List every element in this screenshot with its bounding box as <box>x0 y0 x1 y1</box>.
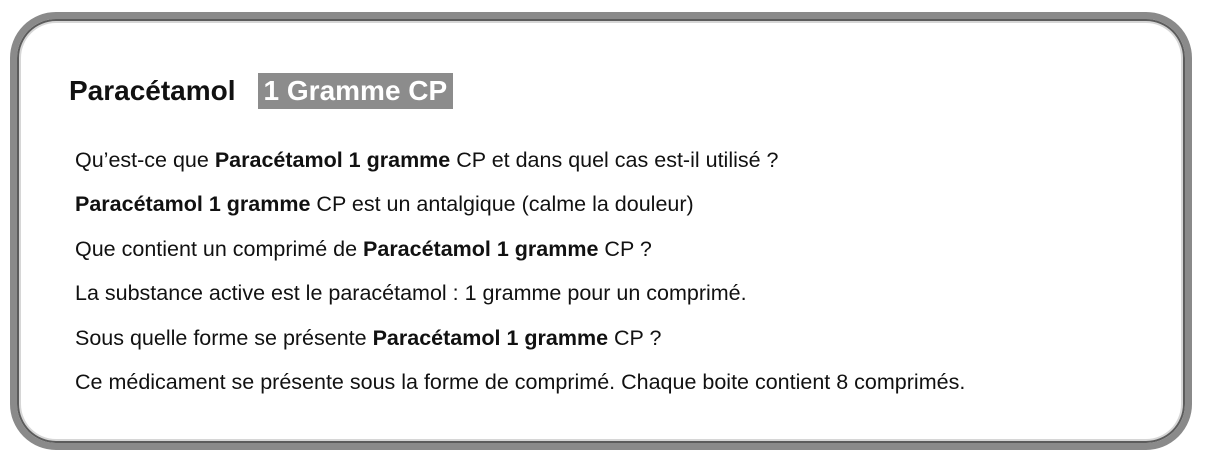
line-text: CP et dans quel cas est-il utilisé ? <box>450 148 779 172</box>
answer-form: Ce médicament se présente sous la forme … <box>75 369 966 394</box>
info-card: Paracétamol 1 Gramme CP Qu’est-ce que Pa… <box>10 12 1192 450</box>
line-text: Sous quelle forme se présente <box>75 325 373 350</box>
drug-name-bold: Paracétamol 1 gramme <box>214 148 451 172</box>
drug-name-bold: Paracétamol 1 gramme <box>372 325 609 350</box>
question-form: Sous quelle forme se présente Paracétamo… <box>75 323 1205 367</box>
dosage-badge: 1 Gramme CP <box>257 73 454 109</box>
drug-name-bold: Paracétamol 1 gramme <box>363 236 599 261</box>
line-text: Que contient un comprimé de <box>75 236 364 261</box>
line-text: CP est un antalgique (calme la douleur) <box>310 192 694 217</box>
line-text: Qu’est-ce que <box>75 148 215 172</box>
answer-usage: Paracétamol 1 gramme CP est un antalgiqu… <box>75 189 1205 233</box>
line-text: CP ? <box>608 325 662 350</box>
question-content: Que contient un comprimé de Paracétamol … <box>75 234 1205 278</box>
drug-name-bold: Paracétamol 1 gramme <box>75 192 311 217</box>
answer-content: La substance active est le paracétamol :… <box>75 281 747 306</box>
line-text: CP ? <box>598 236 652 261</box>
drug-name-title: Paracétamol <box>69 75 236 106</box>
info-lines: Qu’est-ce que Paracétamol 1 gramme CP et… <box>75 145 1205 411</box>
question-usage: Qu’est-ce que Paracétamol 1 gramme CP et… <box>75 145 1205 189</box>
title-row: Paracétamol 1 Gramme CP <box>69 69 454 113</box>
